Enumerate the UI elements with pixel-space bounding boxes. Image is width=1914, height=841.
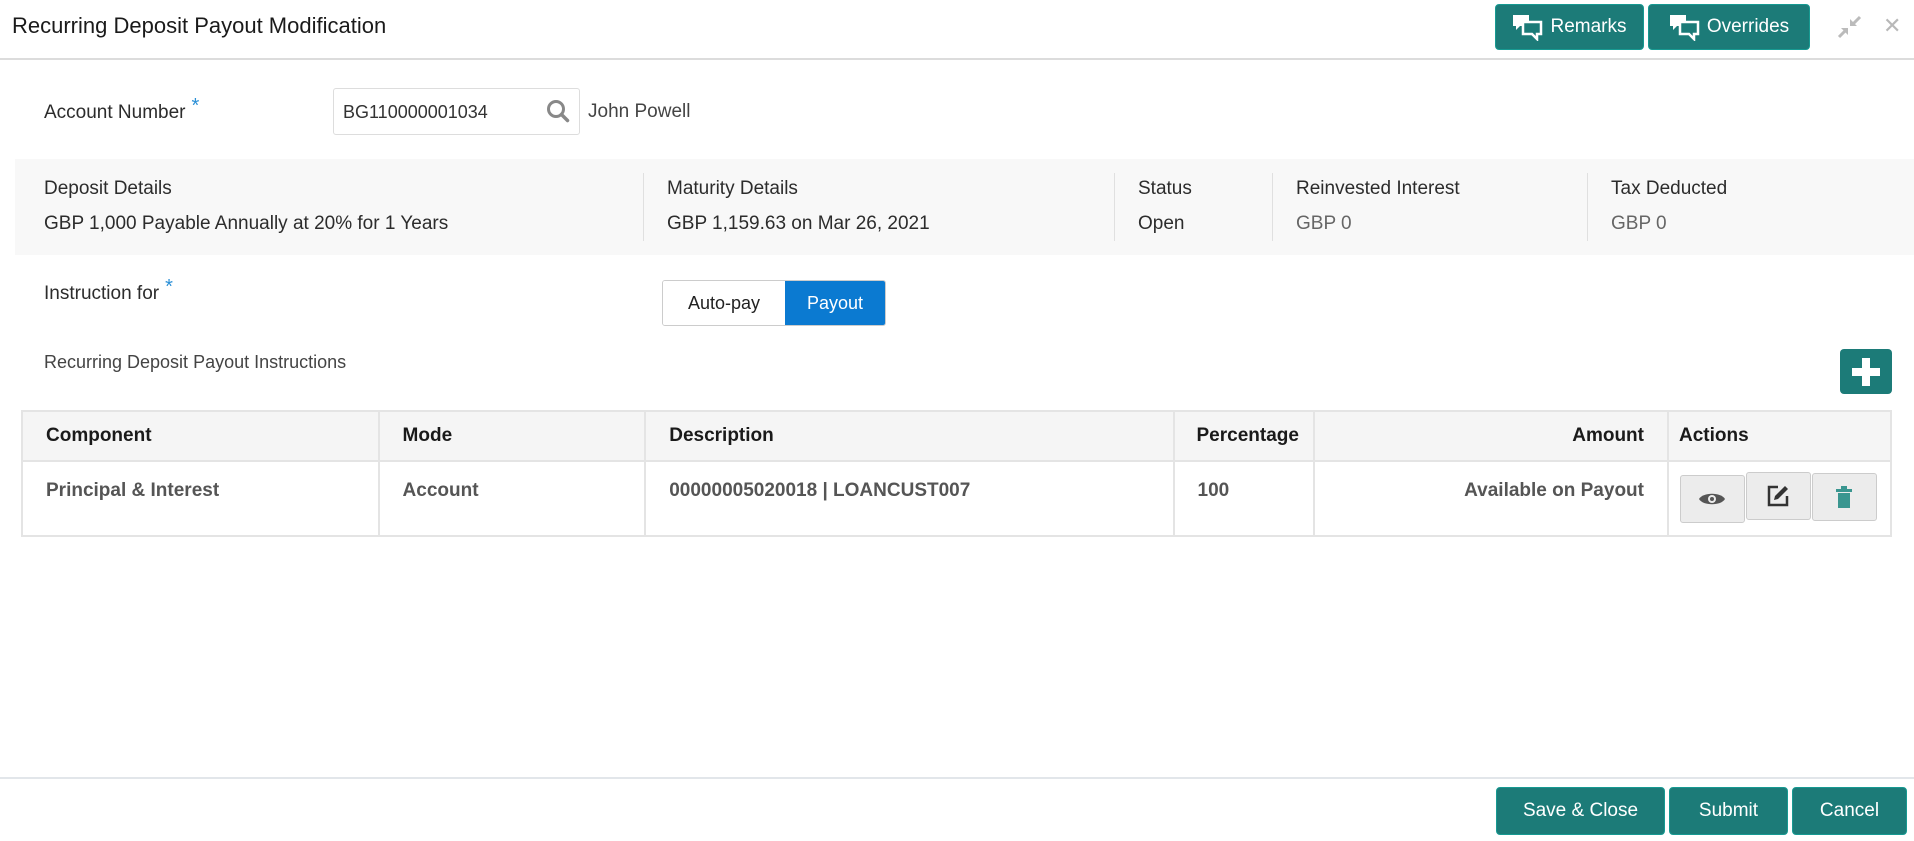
status: Status Open [1138, 178, 1192, 234]
tax-deducted: Tax Deducted GBP 0 [1611, 178, 1728, 234]
deposit-details: Deposit Details GBP 1,000 Payable Annuall… [44, 178, 449, 234]
chat-bubbles-icon [1513, 15, 1543, 41]
save-close-button[interactable]: Save & Close [1496, 787, 1665, 835]
page-title: Recurring Deposit Payout Modification [12, 13, 387, 38]
cell-mode: Account [377, 460, 647, 537]
minimize-icon[interactable] [1836, 14, 1862, 46]
instruction-toggle: Auto-pay Payout [662, 280, 886, 326]
instruction-for-label: Instruction for * [44, 276, 173, 304]
account-number-label: Account Number * [44, 95, 200, 123]
view-button[interactable] [1679, 475, 1745, 523]
submit-button[interactable]: Submit [1669, 787, 1788, 835]
account-number-value: BG110000001034 [343, 102, 488, 122]
cancel-button[interactable]: Cancel [1792, 787, 1907, 835]
cell-amount: Available on Payout [1313, 460, 1669, 537]
search-icon[interactable] [545, 98, 571, 124]
table-row: Principal & Interest Account 00000005020… [21, 460, 1893, 537]
trash-icon [1836, 486, 1853, 508]
payout-option[interactable]: Payout [785, 281, 885, 325]
delete-button[interactable] [1811, 473, 1877, 521]
edit-button[interactable] [1745, 472, 1811, 520]
overrides-label: Overrides [1706, 16, 1790, 37]
header-amount: Amount [1313, 410, 1669, 462]
deposit-summary-panel: Deposit Details GBP 1,000 Payable Annuall… [15, 159, 1914, 255]
overrides-button[interactable]: Overrides [1648, 4, 1810, 50]
chat-bubbles-icon [1669, 15, 1700, 41]
cell-component: Principal & Interest [21, 460, 380, 537]
eye-icon [1699, 493, 1726, 505]
cell-description: 00000005020018 | LOANCUST007 [644, 460, 1175, 537]
edit-icon [1768, 485, 1789, 507]
table-header: Component Mode Description Percentage Am… [21, 410, 1893, 462]
remarks-button[interactable]: Remarks [1495, 4, 1644, 50]
close-icon[interactable]: ✕ [1883, 13, 1901, 39]
plus-icon [1852, 357, 1880, 386]
header-mode: Mode [377, 410, 647, 462]
payout-instructions-table: Component Mode Description Percentage Am… [21, 410, 1893, 537]
reinvested-interest: Reinvested Interest GBP 0 [1296, 178, 1460, 234]
auto-pay-option[interactable]: Auto-pay [663, 281, 785, 325]
header-percentage: Percentage [1172, 410, 1316, 462]
section-title: Recurring Deposit Payout Instructions [44, 352, 347, 372]
remarks-label: Remarks [1550, 16, 1627, 37]
header-description: Description [644, 410, 1175, 462]
cell-actions [1666, 460, 1893, 537]
customer-name: John Powell [588, 101, 691, 122]
account-number-input[interactable]: BG110000001034 [333, 88, 580, 135]
header-component: Component [21, 410, 380, 462]
maturity-details: Maturity Details GBP 1,159.63 on Mar 26, … [667, 178, 930, 234]
add-instruction-button[interactable] [1840, 349, 1892, 394]
header-actions: Actions [1666, 410, 1893, 462]
cell-percentage: 100 [1172, 460, 1316, 537]
